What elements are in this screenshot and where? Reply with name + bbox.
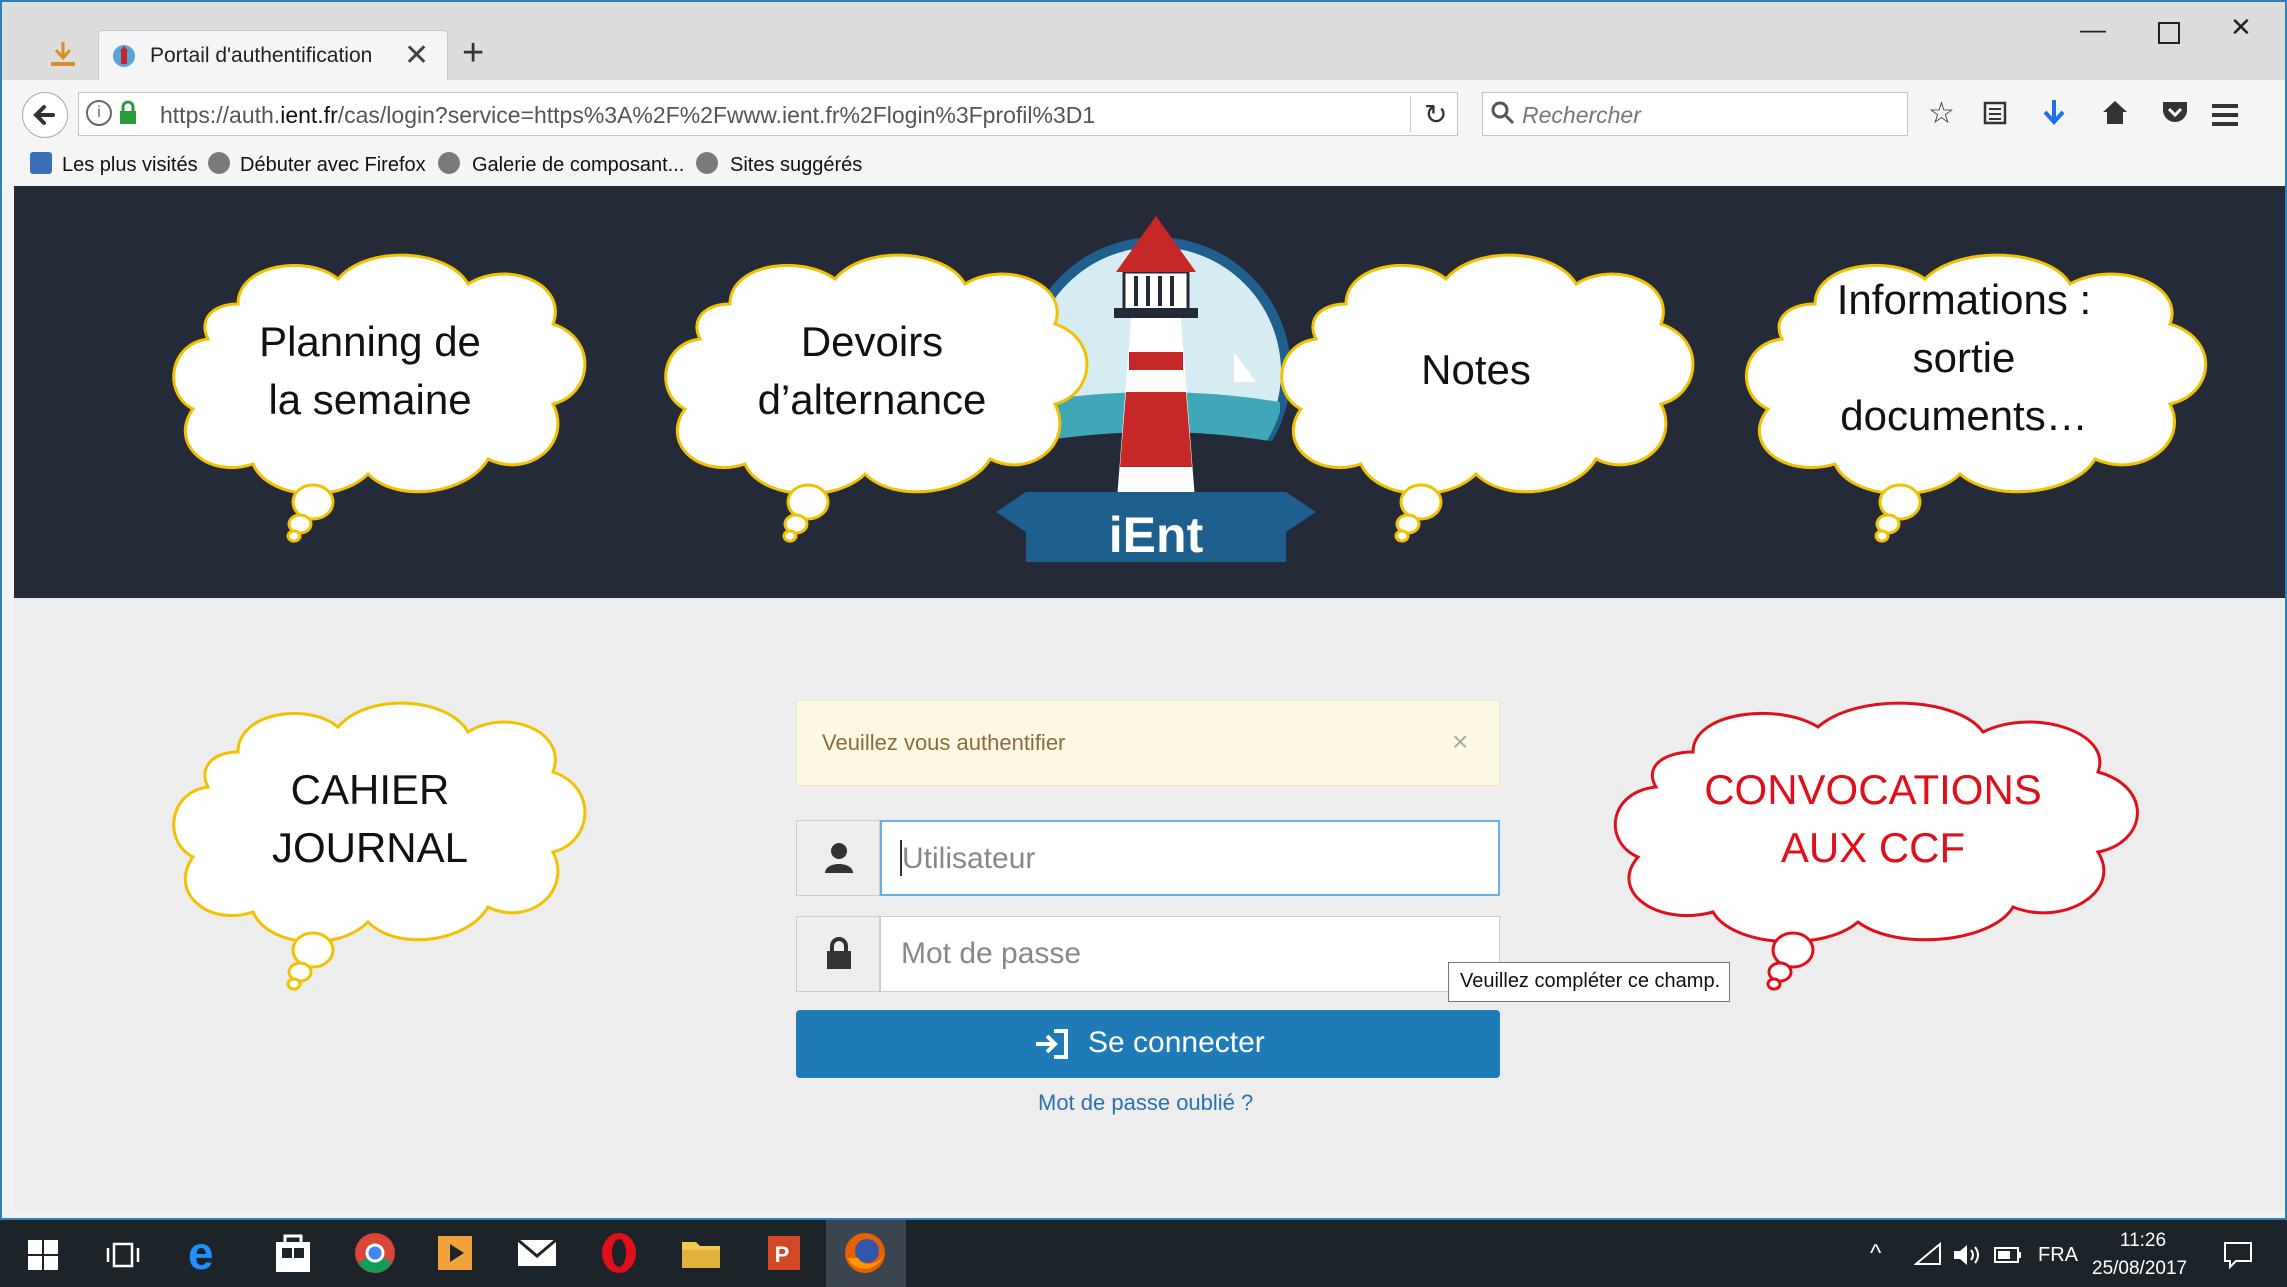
login-submit-label: Se connecter bbox=[1088, 1026, 1265, 1059]
search-icon bbox=[1491, 101, 1515, 125]
volume-icon[interactable] bbox=[1952, 1242, 1982, 1268]
cloud-informations-line3: documents… bbox=[1840, 392, 2087, 439]
store-icon[interactable] bbox=[268, 1228, 318, 1278]
cloud-convocations-line2: AUX CCF bbox=[1781, 824, 1965, 871]
input-language[interactable]: FRA bbox=[2038, 1244, 2078, 1267]
windows-taskbar bbox=[0, 1220, 2287, 1287]
reading-list-icon[interactable] bbox=[1982, 100, 2008, 126]
media-player-icon[interactable] bbox=[430, 1228, 480, 1278]
sign-in-icon bbox=[1036, 1029, 1068, 1059]
tray-expand-icon[interactable]: ^ bbox=[1870, 1240, 1881, 1268]
auth-alert-text: Veuillez vous authentifier bbox=[822, 730, 1066, 755]
bookmark-most-visited[interactable]: Les plus visités bbox=[62, 154, 198, 177]
username-field[interactable]: Utilisateur bbox=[880, 820, 1500, 896]
file-explorer-icon[interactable] bbox=[676, 1228, 726, 1278]
password-field[interactable]: Mot de passe bbox=[880, 916, 1500, 992]
alert-close-button[interactable]: × bbox=[1452, 726, 1468, 758]
tab-close-icon[interactable]: ✕ bbox=[404, 38, 429, 73]
globe-icon bbox=[208, 152, 230, 174]
cloud-devoirs: Devoirs d’alternance bbox=[664, 253, 1089, 543]
username-placeholder: Utilisateur bbox=[902, 842, 1036, 875]
powerpoint-icon[interactable]: P bbox=[758, 1228, 808, 1278]
cloud-planning: Planning de la semaine bbox=[172, 253, 587, 543]
most-visited-icon bbox=[30, 152, 52, 174]
action-center-icon[interactable] bbox=[2222, 1240, 2254, 1270]
mail-icon[interactable] bbox=[512, 1228, 562, 1278]
globe-icon bbox=[696, 152, 718, 174]
cloud-informations-line2: sortie bbox=[1913, 334, 2016, 381]
task-view-icon[interactable] bbox=[106, 1242, 140, 1268]
cloud-cahier-line2: JOURNAL bbox=[272, 824, 468, 871]
logo-text: iEnt bbox=[1109, 507, 1204, 563]
svg-text:P: P bbox=[775, 1242, 790, 1267]
password-group: Mot de passe bbox=[796, 916, 1500, 992]
clock-date[interactable]: 25/08/2017 bbox=[2092, 1258, 2187, 1280]
clock-time[interactable]: 11:26 bbox=[2098, 1230, 2188, 1252]
new-tab-button[interactable]: + bbox=[462, 32, 484, 75]
window-close-icon[interactable]: ✕ bbox=[2230, 12, 2252, 43]
globe-icon bbox=[438, 152, 460, 174]
bookmark-suggested-sites[interactable]: Sites suggérés bbox=[730, 154, 862, 177]
lighthouse-favicon-icon bbox=[113, 45, 135, 67]
lock-icon bbox=[827, 937, 851, 969]
bookmark-getting-started[interactable]: Débuter avec Firefox bbox=[240, 154, 426, 177]
bookmark-star-icon[interactable]: ☆ bbox=[1928, 96, 1955, 131]
username-group: Utilisateur bbox=[796, 820, 1500, 896]
lock-icon bbox=[120, 100, 136, 124]
password-placeholder: Mot de passe bbox=[901, 937, 1082, 970]
cloud-cahier-line1: CAHIER bbox=[291, 766, 450, 813]
home-icon[interactable] bbox=[2100, 98, 2130, 126]
menu-icon[interactable] bbox=[2212, 104, 2238, 126]
pinned-tab-icon[interactable] bbox=[48, 38, 78, 70]
forgot-password-link[interactable]: Mot de passe oublié ? bbox=[1038, 1090, 1253, 1116]
maximize-icon[interactable] bbox=[2158, 22, 2180, 44]
cloud-cahier-journal: CAHIER JOURNAL bbox=[172, 701, 587, 991]
tab-title: Portail d'authentification bbox=[150, 44, 373, 67]
edge-icon[interactable]: e bbox=[188, 1228, 238, 1278]
cloud-informations: Informations : sortie documents… bbox=[1744, 253, 2208, 543]
battery-icon[interactable] bbox=[1994, 1246, 2022, 1264]
cloud-convocations: CONVOCATIONS AUX CCF bbox=[1613, 701, 2139, 991]
cloud-notes-line1: Notes bbox=[1421, 346, 1531, 393]
validation-tooltip-text: Veuillez compléter ce champ. bbox=[1460, 970, 1721, 992]
back-button[interactable] bbox=[22, 92, 68, 138]
minimize-icon[interactable]: — bbox=[2080, 14, 2106, 45]
wifi-icon[interactable] bbox=[1914, 1242, 1942, 1268]
cloud-planning-line2: la semaine bbox=[268, 376, 471, 423]
password-addon bbox=[796, 916, 880, 992]
url-divider bbox=[1410, 96, 1411, 132]
cloud-planning-line1: Planning de bbox=[259, 318, 481, 365]
cloud-notes: Notes bbox=[1280, 253, 1695, 543]
pocket-icon[interactable] bbox=[2160, 98, 2190, 126]
url-text[interactable]: https://auth.ient.fr/cas/login?service=h… bbox=[160, 102, 1095, 129]
info-icon[interactable]: i bbox=[86, 100, 112, 126]
user-icon bbox=[825, 843, 853, 873]
cloud-informations-line1: Informations : bbox=[1837, 276, 2091, 323]
opera-icon[interactable] bbox=[594, 1228, 644, 1278]
user-addon bbox=[796, 820, 880, 896]
download-icon[interactable] bbox=[2040, 98, 2068, 128]
cloud-devoirs-line1: Devoirs bbox=[801, 318, 943, 365]
firefox-icon[interactable] bbox=[840, 1228, 890, 1278]
chrome-icon[interactable] bbox=[350, 1228, 400, 1278]
bookmark-gallery[interactable]: Galerie de composant... bbox=[472, 154, 684, 177]
windows-start-icon[interactable] bbox=[28, 1240, 58, 1270]
cloud-devoirs-line2: d’alternance bbox=[758, 376, 987, 423]
reload-icon[interactable]: ↻ bbox=[1424, 98, 1447, 131]
search-placeholder: Rechercher bbox=[1522, 102, 1641, 128]
back-arrow-icon bbox=[33, 105, 55, 125]
cloud-convocations-line1: CONVOCATIONS bbox=[1704, 766, 2042, 813]
